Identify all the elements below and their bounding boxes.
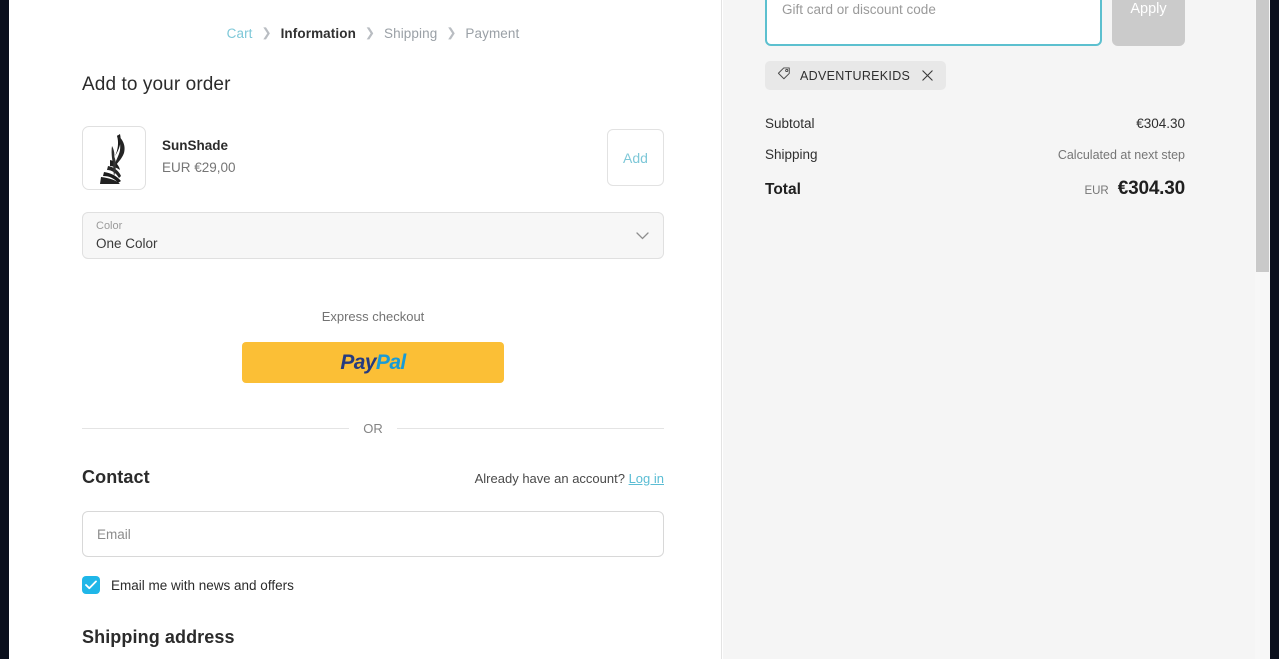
grand-total-amount: €304.30: [1117, 178, 1185, 199]
tag-icon: [777, 66, 791, 85]
breadcrumb-item-information[interactable]: Information: [281, 26, 356, 41]
account-note-text: Already have an account?: [474, 471, 625, 486]
grand-total-label: Total: [765, 181, 801, 198]
breadcrumb-item-payment[interactable]: Payment: [465, 26, 519, 41]
grand-total-right: EUR €304.30: [1084, 178, 1185, 200]
product-thumbnail: [82, 125, 146, 190]
checkout-page: Cart ❯ Information ❯ Shipping ❯ Payment …: [0, 0, 1279, 659]
paypal-logo-pal: Pal: [375, 350, 406, 374]
contact-heading: Contact: [82, 467, 150, 487]
product-title: SunShade: [162, 138, 229, 154]
contact-header-row: Contact Already have an account? Log in: [82, 467, 664, 488]
discount-code-row: Gift card or discount code Apply: [765, 0, 1185, 46]
breadcrumb-item-shipping[interactable]: Shipping: [384, 26, 437, 41]
subtotal-value: €304.30: [1136, 116, 1185, 131]
shipping-row: Shipping Calculated at next step: [765, 147, 1185, 162]
shipping-address-heading: Shipping address: [82, 627, 235, 647]
window-edge-right: [1270, 0, 1279, 659]
subtotal-label: Subtotal: [765, 116, 815, 131]
discount-code-input[interactable]: Gift card or discount code: [765, 0, 1102, 46]
breadcrumb: Cart ❯ Information ❯ Shipping ❯ Payment: [82, 18, 664, 48]
upsell-product-row: SunShade EUR €29,00 Add: [82, 125, 664, 190]
color-variant-select[interactable]: Color One Color: [82, 212, 664, 259]
express-checkout-label: Express checkout: [321, 309, 425, 324]
newsletter-label: Email me with news and offers: [111, 577, 294, 593]
breadcrumb-separator-icon: ❯: [364, 25, 375, 40]
email-field[interactable]: Email: [82, 511, 664, 557]
login-link[interactable]: Log in: [629, 471, 664, 486]
remove-discount-icon[interactable]: [921, 69, 934, 82]
add-product-button[interactable]: Add: [607, 129, 664, 186]
paypal-logo: PayPal: [340, 350, 406, 375]
order-summary-sidebar: Gift card or discount code Apply ADVENTU…: [723, 0, 1264, 659]
divider-label: OR: [363, 421, 383, 436]
subtotal-row: Subtotal €304.30: [765, 116, 1185, 131]
applied-discount-code: ADVENTUREKIDS: [800, 68, 911, 83]
shipping-label: Shipping: [765, 147, 818, 162]
account-note: Already have an account? Log in: [475, 471, 664, 486]
checkout-main-column: Cart ❯ Information ❯ Shipping ❯ Payment …: [9, 0, 722, 659]
breadcrumb-separator-icon: ❯: [261, 25, 272, 40]
divider-line-left: [82, 428, 350, 429]
grand-total-currency: EUR: [1084, 185, 1109, 197]
paypal-button[interactable]: PayPal: [242, 342, 504, 383]
or-divider: OR: [82, 421, 664, 436]
chevron-down-icon: [636, 227, 649, 245]
color-variant-value: One Color: [96, 235, 158, 251]
applied-discount-chip: ADVENTUREKIDS: [765, 61, 947, 90]
upsell-heading: Add to your order: [82, 74, 231, 95]
breadcrumb-separator-icon: ❯: [446, 25, 457, 40]
email-placeholder: Email: [97, 526, 131, 542]
apply-discount-button[interactable]: Apply: [1112, 0, 1185, 46]
color-variant-label: Color: [96, 220, 123, 232]
divider-line-right: [396, 428, 664, 429]
newsletter-checkbox-row[interactable]: Email me with news and offers: [82, 576, 664, 594]
order-totals: Subtotal €304.30 Shipping Calculated at …: [765, 116, 1185, 200]
breadcrumb-item-cart[interactable]: Cart: [227, 26, 253, 41]
paypal-logo-pay: Pay: [340, 350, 376, 374]
window-edge-left: [0, 0, 9, 659]
shipping-value: Calculated at next step: [1057, 148, 1185, 162]
product-info: SunShade EUR €29,00: [162, 136, 607, 179]
newsletter-checkbox[interactable]: [82, 576, 100, 594]
product-price: EUR €29,00: [162, 160, 236, 176]
page-scrollbar-thumb[interactable]: [1256, 0, 1269, 272]
grand-total-row: Total EUR €304.30: [765, 178, 1185, 200]
discount-code-placeholder: Gift card or discount code: [782, 1, 936, 17]
